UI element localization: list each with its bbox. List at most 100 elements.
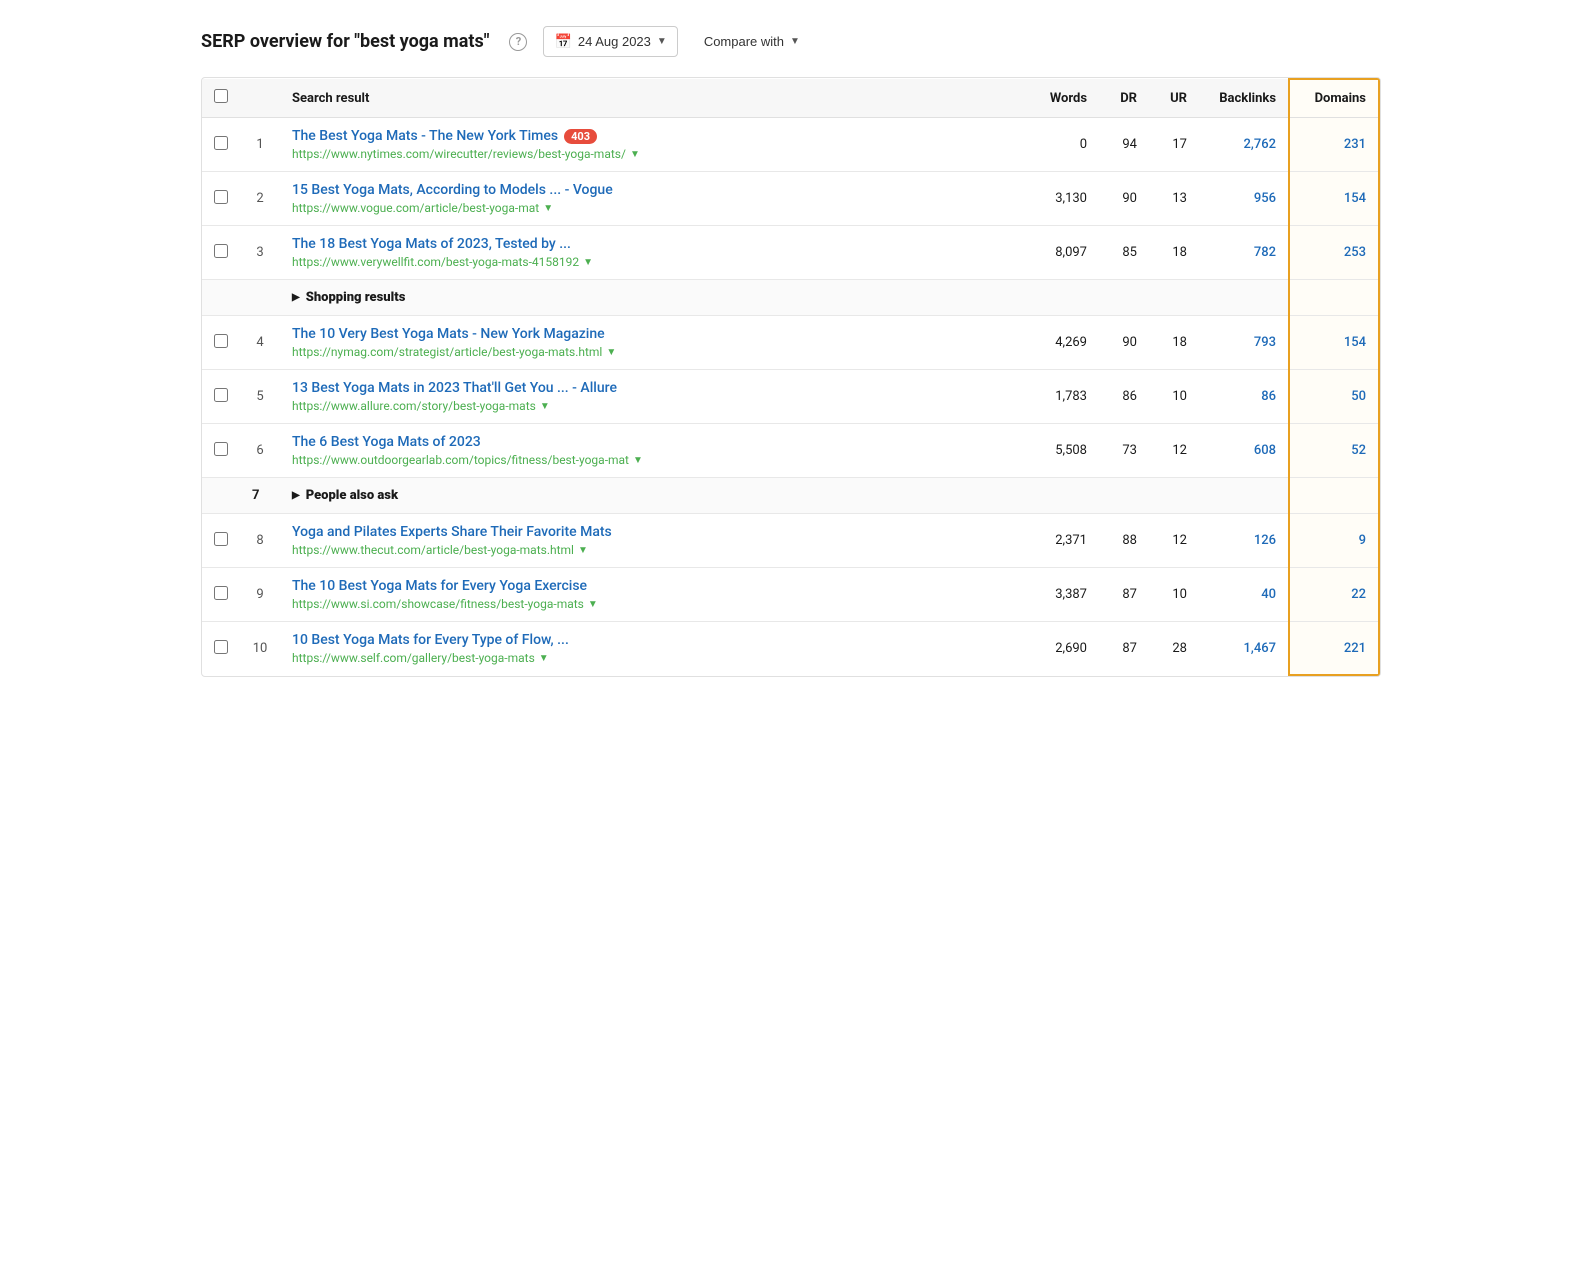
- section-row: 7▶ People also ask: [202, 478, 1379, 514]
- row-backlinks[interactable]: 1,467: [1199, 622, 1289, 676]
- row-domains[interactable]: 154: [1289, 316, 1379, 370]
- compare-with-button[interactable]: Compare with ▼: [694, 28, 810, 55]
- row-backlinks[interactable]: 782: [1199, 226, 1289, 280]
- row-ur: 12: [1149, 424, 1199, 478]
- row-checkbox[interactable]: [214, 640, 228, 654]
- row-checkbox-cell: [202, 226, 240, 280]
- result-url: https://www.verywellfit.com/best-yoga-ma…: [292, 255, 1007, 269]
- row-words: 5,508: [1019, 424, 1099, 478]
- row-checkbox-cell: [202, 424, 240, 478]
- row-result-cell: The 10 Best Yoga Mats for Every Yoga Exe…: [280, 568, 1019, 622]
- row-domains[interactable]: 50: [1289, 370, 1379, 424]
- row-checkbox-cell: [202, 316, 240, 370]
- select-all-checkbox[interactable]: [214, 89, 228, 103]
- row-ur: 18: [1149, 316, 1199, 370]
- row-dr: 73: [1099, 424, 1149, 478]
- row-checkbox-cell: [202, 568, 240, 622]
- row-checkbox[interactable]: [214, 442, 228, 456]
- row-domains[interactable]: 253: [1289, 226, 1379, 280]
- row-number: 1: [240, 118, 280, 172]
- row-result-cell: 15 Best Yoga Mats, According to Models .…: [280, 172, 1019, 226]
- result-url: https://nymag.com/strategist/article/bes…: [292, 345, 1007, 359]
- header-checkbox-cell: [202, 79, 240, 118]
- url-expand-arrow[interactable]: ▼: [630, 149, 640, 160]
- row-checkbox[interactable]: [214, 136, 228, 150]
- row-ur: 10: [1149, 568, 1199, 622]
- section-num: 7: [240, 478, 280, 514]
- section-label[interactable]: ▶ People also ask: [280, 478, 1289, 514]
- page-title: SERP overview for "best yoga mats": [201, 31, 489, 52]
- url-expand-arrow[interactable]: ▼: [540, 401, 550, 412]
- row-backlinks[interactable]: 608: [1199, 424, 1289, 478]
- section-label[interactable]: ▶ Shopping results: [280, 280, 1289, 316]
- row-backlinks[interactable]: 86: [1199, 370, 1289, 424]
- row-domains[interactable]: 52: [1289, 424, 1379, 478]
- row-result-cell: The Best Yoga Mats - The New York Times …: [280, 118, 1019, 172]
- row-words: 1,783: [1019, 370, 1099, 424]
- result-title-link[interactable]: The 18 Best Yoga Mats of 2023, Tested by…: [292, 236, 1007, 252]
- result-url: https://www.thecut.com/article/best-yoga…: [292, 543, 1007, 557]
- url-expand-arrow[interactable]: ▼: [583, 257, 593, 268]
- row-number: 10: [240, 622, 280, 676]
- row-checkbox[interactable]: [214, 244, 228, 258]
- row-ur: 10: [1149, 370, 1199, 424]
- row-dr: 85: [1099, 226, 1149, 280]
- row-checkbox-cell: [202, 172, 240, 226]
- header: SERP overview for "best yoga mats" ? 📅 2…: [201, 16, 1381, 77]
- row-dr: 94: [1099, 118, 1149, 172]
- row-backlinks[interactable]: 40: [1199, 568, 1289, 622]
- result-title-link[interactable]: The 6 Best Yoga Mats of 2023: [292, 434, 1007, 450]
- row-words: 2,690: [1019, 622, 1099, 676]
- row-checkbox[interactable]: [214, 532, 228, 546]
- url-expand-arrow[interactable]: ▼: [633, 455, 643, 466]
- header-backlinks: Backlinks: [1199, 79, 1289, 118]
- result-url: https://www.self.com/gallery/best-yoga-m…: [292, 651, 1007, 665]
- row-checkbox[interactable]: [214, 586, 228, 600]
- result-title-link[interactable]: 13 Best Yoga Mats in 2023 That'll Get Yo…: [292, 380, 1007, 396]
- result-url: https://www.outdoorgearlab.com/topics/fi…: [292, 453, 1007, 467]
- row-backlinks[interactable]: 2,762: [1199, 118, 1289, 172]
- row-backlinks[interactable]: 793: [1199, 316, 1289, 370]
- table-row: 513 Best Yoga Mats in 2023 That'll Get Y…: [202, 370, 1379, 424]
- section-checkbox-cell: [202, 478, 240, 514]
- row-domains[interactable]: 9: [1289, 514, 1379, 568]
- row-domains[interactable]: 231: [1289, 118, 1379, 172]
- row-checkbox-cell: [202, 622, 240, 676]
- header-num: [240, 79, 280, 118]
- row-number: 2: [240, 172, 280, 226]
- row-words: 8,097: [1019, 226, 1099, 280]
- row-ur: 28: [1149, 622, 1199, 676]
- url-expand-arrow[interactable]: ▼: [543, 203, 553, 214]
- url-expand-arrow[interactable]: ▼: [539, 653, 549, 664]
- url-expand-arrow[interactable]: ▼: [578, 545, 588, 556]
- calendar-icon: 📅: [554, 33, 571, 50]
- result-title-link[interactable]: Yoga and Pilates Experts Share Their Fav…: [292, 524, 1007, 540]
- result-title-link[interactable]: The 10 Very Best Yoga Mats - New York Ma…: [292, 326, 1007, 342]
- table-row: 10 10 Best Yoga Mats for Every Type of Fl…: [202, 622, 1379, 676]
- url-expand-arrow[interactable]: ▼: [606, 347, 616, 358]
- row-checkbox[interactable]: [214, 190, 228, 204]
- row-domains[interactable]: 154: [1289, 172, 1379, 226]
- date-label: 24 Aug 2023: [578, 34, 651, 49]
- result-title-link[interactable]: 10 Best Yoga Mats for Every Type of Flow…: [292, 632, 1007, 648]
- result-title-link[interactable]: The Best Yoga Mats - The New York Times …: [292, 128, 1007, 144]
- row-words: 0: [1019, 118, 1099, 172]
- section-expand-icon: ▶: [292, 490, 300, 501]
- row-number: 4: [240, 316, 280, 370]
- row-checkbox[interactable]: [214, 388, 228, 402]
- section-checkbox-cell: [202, 280, 240, 316]
- row-backlinks[interactable]: 126: [1199, 514, 1289, 568]
- row-dr: 86: [1099, 370, 1149, 424]
- result-title-link[interactable]: 15 Best Yoga Mats, According to Models .…: [292, 182, 1007, 198]
- help-icon[interactable]: ?: [509, 33, 527, 51]
- result-title-link[interactable]: The 10 Best Yoga Mats for Every Yoga Exe…: [292, 578, 1007, 594]
- row-backlinks[interactable]: 956: [1199, 172, 1289, 226]
- row-number: 3: [240, 226, 280, 280]
- date-picker-button[interactable]: 📅 24 Aug 2023 ▼: [543, 26, 677, 57]
- row-checkbox-cell: [202, 370, 240, 424]
- row-checkbox[interactable]: [214, 334, 228, 348]
- row-domains[interactable]: 22: [1289, 568, 1379, 622]
- url-expand-arrow[interactable]: ▼: [588, 599, 598, 610]
- result-url: https://www.si.com/showcase/fitness/best…: [292, 597, 1007, 611]
- row-domains[interactable]: 221: [1289, 622, 1379, 676]
